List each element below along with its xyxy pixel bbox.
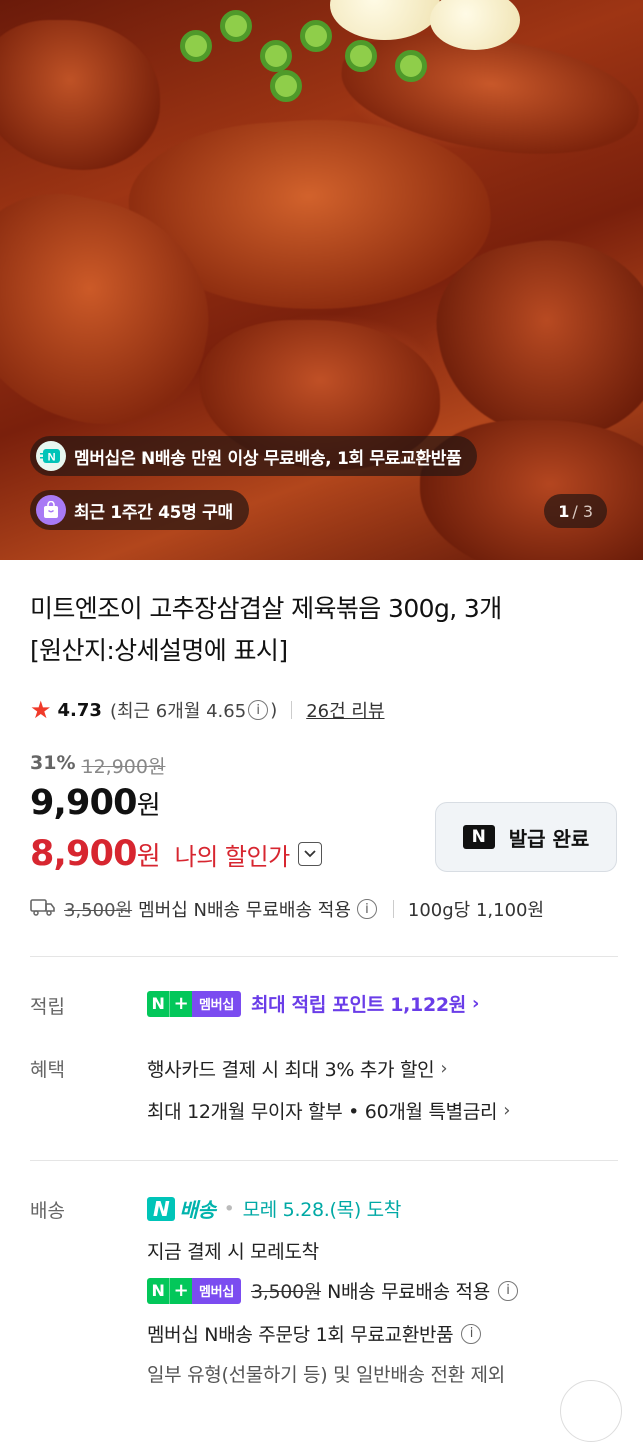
sale-price-value: 9,900 [30,783,138,823]
section-divider [30,1160,618,1161]
chevron-right-icon: › [440,1058,448,1079]
delivery-original-fee: 3,500원 [250,1281,322,1303]
shipping-original-fee: 3,500원 [64,900,133,921]
chevron-right-icon: › [503,1100,511,1121]
original-price: 12,900원 [81,756,166,778]
delivery-fee-row: N + 멤버십 3,500원 N배송 무료배송 적용 i [147,1277,520,1304]
my-price-value: 8,900 [30,834,138,874]
delivery-label: 배송 [30,1200,65,1222]
truck-icon [30,898,58,921]
n-delivery-badge: N 배송 [147,1194,216,1223]
delivery-return-row: 멤버십 N배송 주문당 1회 무료교환반품 i [147,1320,483,1347]
my-discount-price: 8,900 원 나의 할인가 [30,834,322,874]
sale-price: 9,900원 [30,783,161,823]
recent-rating: (최근 6개월 4.65 [109,701,247,722]
benefit-card-discount[interactable]: 행사카드 결제 시 최대 3% 추가 할인 › [147,1055,448,1082]
coupon-issued-button[interactable]: N 발급 완료 [435,802,617,872]
divider [291,701,293,719]
max-points-text: 최대 적립 포인트 1,122원 [250,994,466,1016]
chevron-right-icon: › [471,993,480,1014]
benefits-label: 혜택 [30,1059,65,1081]
n-delivery-icon: N [36,441,66,471]
recent-rating-close: ) [270,699,278,721]
unit-price: 100g당 1,100원 [407,900,545,921]
floating-button[interactable] [560,1380,622,1442]
coupon-button-label: 발급 완료 [508,826,590,851]
product-title-line2: [원산지:상세설명에 표시] [30,636,288,665]
rating-score: 4.73 [57,699,102,721]
discount-percent: 31% [30,752,76,774]
my-price-unit: 원 [136,841,161,872]
purchase-count-badge: 최근 1주간 45명 구매 [30,490,249,530]
product-title-line1: 미트엔조이 고추장삼겹살 제육볶음 300g, 3개 [30,594,502,623]
green-onion [395,50,427,82]
review-link[interactable]: 26건 리뷰 [306,697,384,723]
green-onion [180,30,212,62]
delivery-free-text: N배송 무료배송 적용 [327,1281,490,1303]
naver-plus-membership-badge: N + 멤버십 [147,990,241,1017]
green-onion [220,10,252,42]
purchase-count-text: 최근 1주간 45명 구매 [74,502,233,523]
delivery-eta: 모레 5.28.(목) 도착 [242,1199,402,1221]
membership-badge: N 멤버십은 N배송 만원 이상 무료배송, 1회 무료교환반품 [30,436,478,476]
my-price-label: 나의 할인가 [174,842,291,871]
n-delivery-icon: N [147,1196,176,1221]
page-total: / 3 [572,501,593,521]
info-icon[interactable]: i [497,1280,518,1301]
points-row[interactable]: N + 멤버십 최대 적립 포인트 1,122원 › [147,990,479,1017]
green-onion [270,70,302,102]
delivery-eta-row: N 배송 • 모레 5.28.(목) 도착 [147,1194,401,1223]
naver-plus-membership-badge: N + 멤버십 [147,1277,241,1304]
green-onion [260,40,292,72]
info-icon[interactable]: i [356,899,377,919]
meat-piece [0,20,160,170]
product-title: 미트엔조이 고추장삼겹살 제육볶음 300g, 3개 [원산지:상세설명에 표시… [30,588,620,672]
benefit-installment[interactable]: 최대 12개월 무이자 할부 • 60개월 특별금리 › [147,1097,510,1124]
svg-text:N: N [48,452,56,464]
naver-n-icon: N [462,825,495,849]
points-label: 적립 [30,996,65,1018]
discount-row: 31% 12,900원 [30,752,165,779]
sale-price-unit: 원 [136,791,161,821]
green-onion [345,40,377,72]
page-current: 1 [558,501,570,521]
product-image[interactable]: N 멤버십은 N배송 만원 이상 무료배송, 1회 무료교환반품 최근 1주간 … [0,0,643,560]
shopping-bag-icon [36,495,66,525]
info-icon[interactable]: i [461,1323,482,1344]
membership-badge-text: 멤버십은 N배송 만원 이상 무료배송, 1회 무료교환반품 [74,448,462,469]
delivery-exclusion: 일부 유형(선물하기 등) 및 일반배송 전환 제외 [147,1364,505,1386]
shipping-text: 멤버십 N배송 무료배송 적용 [138,900,351,921]
green-onion [300,20,332,52]
shipping-summary: 3,500원 멤버십 N배송 무료배송 적용 i 100g당 1,100원 [30,896,544,922]
info-icon[interactable]: i [248,700,269,720]
delivery-pay-now: 지금 결제 시 모레도착 [147,1241,319,1263]
rating-row: ★ 4.73 (최근 6개월 4.65 i ) 26건 리뷰 [30,696,385,724]
chevron-down-icon[interactable] [297,842,322,866]
image-page-counter: 1 / 3 [544,494,607,528]
divider [392,900,394,918]
star-icon: ★ [30,696,52,724]
section-divider [30,956,618,957]
